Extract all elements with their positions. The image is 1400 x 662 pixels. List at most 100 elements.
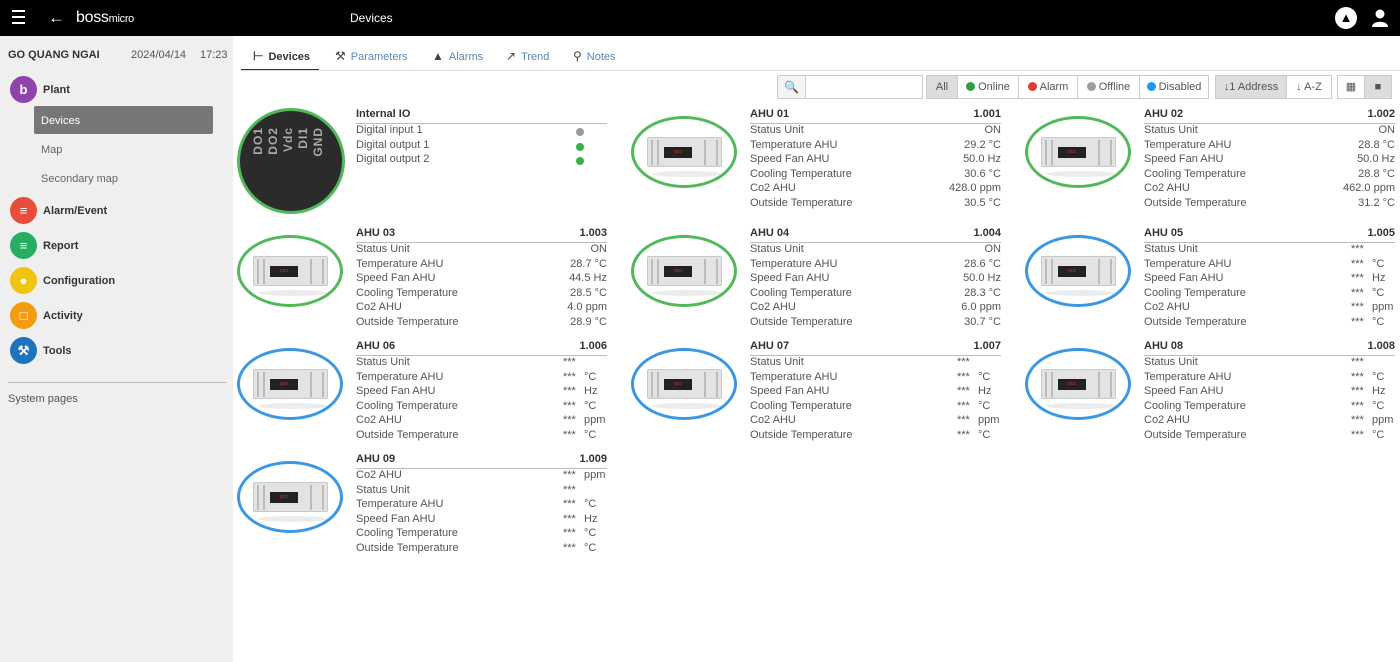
tab-devices[interactable]: ⊢ Devices [241, 44, 319, 71]
variable-row[interactable]: Status Unit *** [750, 356, 1001, 371]
variable-row[interactable]: Cooling Temperature *** °C [356, 527, 607, 542]
sidebar-item-secondary-map[interactable]: Secondary map [34, 164, 213, 192]
variable-row[interactable]: Status Unit ON [750, 243, 1001, 258]
sidebar-item-map[interactable]: Map [34, 135, 213, 163]
variable-row[interactable]: Co2 AHU 462.0 ppm [1144, 182, 1395, 197]
device-card[interactable]: pco AHU 01 1.001 Status Unit ON Temperature A… [631, 108, 1003, 218]
variable-row[interactable]: Cooling Temperature 30.6 °C [750, 168, 1001, 183]
sidebar-section-tools[interactable]: ⚒ Tools [10, 337, 225, 365]
variable-row[interactable]: Speed Fan AHU *** Hz [356, 513, 607, 528]
back-arrow-icon[interactable]: ← [48, 9, 65, 26]
notification-bell-icon[interactable]: ▲ [1335, 7, 1357, 29]
variable-row[interactable]: Temperature AHU 28.6 °C [750, 258, 1001, 273]
sort-az-button[interactable]: ↓ A-Z [1286, 75, 1332, 99]
device-card[interactable]: pco AHU 08 1.008 Status Unit *** Temperature … [1025, 340, 1397, 450]
tab-parameters[interactable]: ⚒ Parameters [335, 44, 415, 71]
variable-row[interactable]: Status Unit *** [356, 484, 607, 499]
device-card[interactable]: pco AHU 02 1.002 Status Unit ON Temperature A… [1025, 108, 1397, 218]
tab-notes[interactable]: ⚲ Notes [573, 44, 623, 71]
variable-row[interactable]: Temperature AHU 28.7 °C [356, 258, 607, 273]
device-image[interactable]: pco [237, 235, 343, 307]
variable-row[interactable]: Co2 AHU *** ppm [356, 469, 607, 484]
sidebar-section-plant[interactable]: b Plant [10, 76, 225, 104]
device-image[interactable]: pco [631, 116, 737, 188]
list-view-button[interactable]: ▦ [1337, 75, 1365, 99]
device-image[interactable]: pco [1025, 348, 1131, 420]
variable-row[interactable]: Outside Temperature 31.2 °C [1144, 197, 1395, 212]
variable-row[interactable]: Co2 AHU *** ppm [1144, 414, 1395, 429]
sidebar-section-alarm-event[interactable]: ≡ Alarm/Event [10, 197, 225, 225]
tile-view-button[interactable]: ■ [1364, 75, 1392, 99]
variable-row[interactable]: Speed Fan AHU *** Hz [356, 385, 607, 400]
variable-row[interactable]: Cooling Temperature *** °C [1144, 400, 1395, 415]
variable-row[interactable]: Status Unit ON [1144, 124, 1395, 139]
sidebar-section-activity[interactable]: □ Activity [10, 302, 225, 330]
variable-row[interactable]: Speed Fan AHU *** Hz [1144, 385, 1395, 400]
sidebar-section-configuration[interactable]: ● Configuration [10, 267, 225, 295]
filter-alarm-button[interactable]: Alarm [1018, 75, 1078, 99]
device-card[interactable]: pco AHU 06 1.006 Status Unit *** Temperature … [237, 340, 609, 450]
variable-row[interactable]: Temperature AHU 29.2 °C [750, 139, 1001, 154]
search-input[interactable] [805, 75, 923, 99]
device-card[interactable]: pco AHU 04 1.004 Status Unit ON Temperature A… [631, 227, 1003, 337]
variable-row[interactable]: Status Unit ON [750, 124, 1001, 139]
variable-row[interactable]: Cooling Temperature 28.8 °C [1144, 168, 1395, 183]
variable-row[interactable]: Outside Temperature *** °C [1144, 429, 1395, 444]
variable-row[interactable]: Status Unit *** [356, 356, 607, 371]
device-card-internal-io[interactable]: DO1 DO2 Vdc DI1 GND Internal IO Digital input … [237, 108, 609, 218]
variable-row[interactable]: Cooling Temperature 28.3 °C [750, 287, 1001, 302]
variable-row[interactable]: Speed Fan AHU 50.0 Hz [750, 153, 1001, 168]
variable-row[interactable]: Temperature AHU *** °C [356, 498, 607, 513]
sidebar-section-report[interactable]: ≡ Report [10, 232, 225, 260]
device-card[interactable]: pco AHU 09 1.009 Co2 AHU *** ppm Status Unit **… [237, 453, 609, 563]
sidebar-item-devices[interactable]: Devices [34, 106, 213, 134]
device-image[interactable]: pco [631, 348, 737, 420]
device-image[interactable]: pco [237, 461, 343, 533]
filter-all-button[interactable]: All [926, 75, 958, 99]
variable-row[interactable]: Cooling Temperature *** °C [1144, 287, 1395, 302]
variable-row[interactable]: Status Unit *** [1144, 243, 1395, 258]
filter-offline-button[interactable]: Offline [1077, 75, 1140, 99]
variable-row[interactable]: Co2 AHU *** ppm [1144, 301, 1395, 316]
variable-row[interactable]: Outside Temperature *** °C [750, 429, 1001, 444]
device-image[interactable]: pco [1025, 235, 1131, 307]
variable-row[interactable]: Outside Temperature *** °C [1144, 316, 1395, 331]
variable-row[interactable]: Outside Temperature 30.5 °C [750, 197, 1001, 212]
device-image[interactable]: pco [237, 348, 343, 420]
tab-alarms[interactable]: ▲ Alarms [432, 44, 487, 71]
variable-row[interactable]: Speed Fan AHU *** Hz [750, 385, 1001, 400]
sort-address-button[interactable]: ↓1 Address [1215, 75, 1287, 99]
search-button[interactable]: 🔍 [777, 75, 806, 99]
tab-trend[interactable]: ↗ Trend [506, 44, 556, 71]
system-pages-link[interactable]: System pages [8, 393, 78, 405]
variable-row[interactable]: Co2 AHU 4.0 ppm [356, 301, 607, 316]
variable-row[interactable]: Speed Fan AHU 50.0 Hz [1144, 153, 1395, 168]
user-icon[interactable] [1372, 9, 1388, 27]
variable-row[interactable]: Co2 AHU 428.0 ppm [750, 182, 1001, 197]
variable-row[interactable]: Temperature AHU *** °C [356, 371, 607, 386]
device-image[interactable]: pco [1025, 116, 1131, 188]
variable-row[interactable]: Speed Fan AHU 44.5 Hz [356, 272, 607, 287]
device-card[interactable]: pco AHU 03 1.003 Status Unit ON Temperature A… [237, 227, 609, 337]
variable-row[interactable]: Outside Temperature 28.9 °C [356, 316, 607, 331]
variable-row[interactable]: Co2 AHU *** ppm [750, 414, 1001, 429]
variable-row[interactable]: Speed Fan AHU 50.0 Hz [750, 272, 1001, 287]
device-card[interactable]: pco AHU 07 1.007 Status Unit *** Temperature … [631, 340, 1003, 450]
variable-row[interactable]: Status Unit ON [356, 243, 607, 258]
variable-row[interactable]: Temperature AHU *** °C [750, 371, 1001, 386]
variable-row[interactable]: Temperature AHU *** °C [1144, 258, 1395, 273]
variable-row[interactable]: Temperature AHU 28.8 °C [1144, 139, 1395, 154]
variable-row[interactable]: Co2 AHU *** ppm [356, 414, 607, 429]
variable-row[interactable]: Co2 AHU 6.0 ppm [750, 301, 1001, 316]
variable-row[interactable]: Temperature AHU *** °C [1144, 371, 1395, 386]
variable-row[interactable]: Cooling Temperature *** °C [750, 400, 1001, 415]
filter-disabled-button[interactable]: Disabled [1139, 75, 1209, 99]
device-card[interactable]: pco AHU 05 1.005 Status Unit *** Temperature … [1025, 227, 1397, 337]
variable-row[interactable]: Cooling Temperature 28.5 °C [356, 287, 607, 302]
variable-row[interactable]: Status Unit *** [1144, 356, 1395, 371]
filter-online-button[interactable]: Online [957, 75, 1019, 99]
variable-row[interactable]: Speed Fan AHU *** Hz [1144, 272, 1395, 287]
variable-row[interactable]: Outside Temperature 30.7 °C [750, 316, 1001, 331]
variable-row[interactable]: Outside Temperature *** °C [356, 542, 607, 557]
variable-row[interactable]: Outside Temperature *** °C [356, 429, 607, 444]
